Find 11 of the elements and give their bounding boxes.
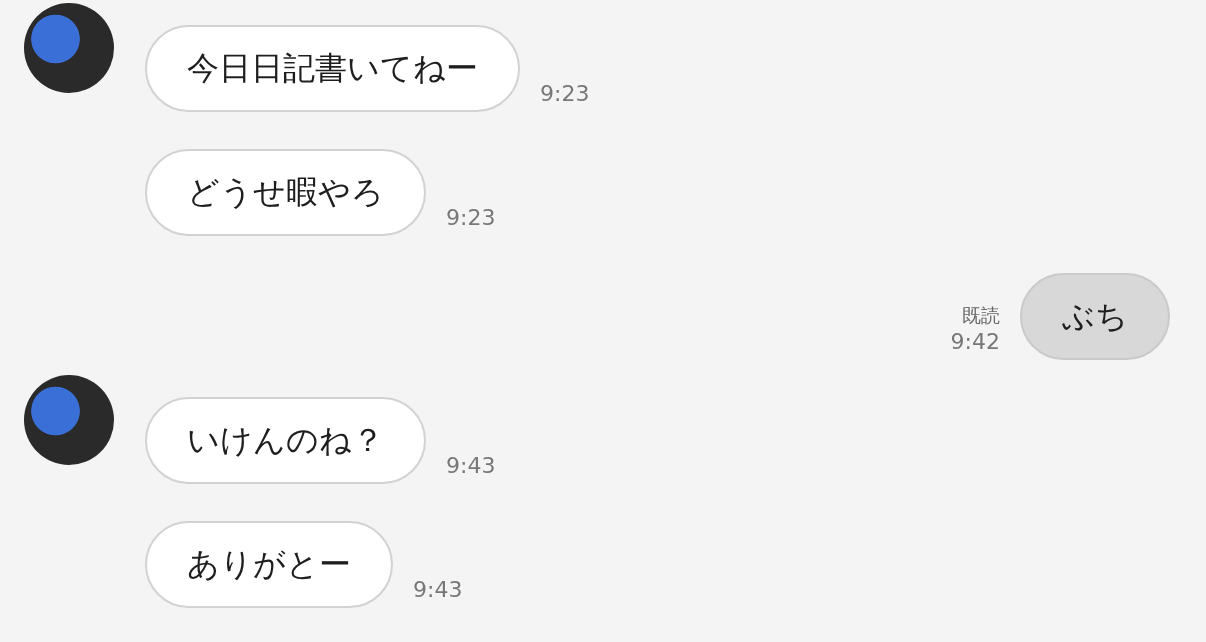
message-bubble: ぶち [1020, 273, 1170, 360]
message-bubble: 今日日記書いてねー [145, 25, 520, 112]
read-receipt: 既読 [962, 303, 1000, 328]
message-time: 9:42 [950, 329, 1000, 354]
message-bubble: ありがとー [145, 521, 393, 608]
message-time: 9:23 [446, 205, 496, 230]
message-bubble: いけんのね？ [145, 397, 426, 484]
message-time: 9:43 [446, 453, 496, 478]
message-time: 9:43 [413, 577, 463, 602]
message-time: 9:23 [540, 81, 590, 106]
message-bubble: どうせ暇やろ [145, 149, 426, 236]
